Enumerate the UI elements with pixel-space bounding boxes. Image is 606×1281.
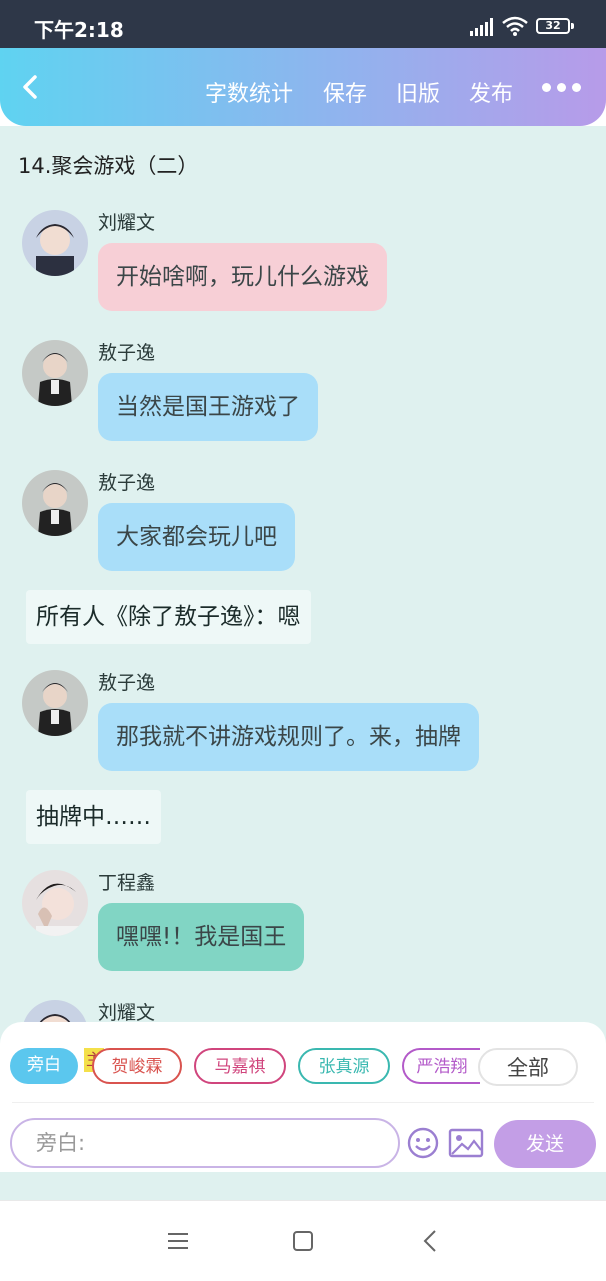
publish-button[interactable]: 发布 — [469, 76, 513, 108]
divider — [12, 1102, 594, 1103]
avatar-liu-yaowen[interactable] — [22, 210, 88, 276]
all-roles-button[interactable]: 全部 — [478, 1048, 578, 1086]
sender-name: 丁程鑫 — [98, 872, 156, 894]
message-bubble[interactable]: 那我就不讲游戏规则了。来，抽牌 — [98, 703, 479, 771]
role-chip-he-junlin[interactable]: 贺峻霖 — [92, 1048, 182, 1084]
role-chip-zhang-zhenyuan[interactable]: 张真源 — [298, 1048, 390, 1084]
avatar-ding-chengxin[interactable] — [22, 870, 88, 936]
sender-name: 敖子逸 — [98, 342, 156, 364]
signal-icon — [470, 18, 493, 36]
role-chip-ma-jiaqi[interactable]: 马嘉祺 — [194, 1048, 286, 1084]
editor-toolbar: 字数统计 保存 旧版 发布 — [0, 48, 606, 126]
narration-text[interactable]: 抽牌中…… — [26, 790, 161, 844]
role-chip-narrator[interactable]: 旁白 — [10, 1048, 78, 1084]
sender-name: 刘耀文 — [98, 1002, 156, 1024]
role-chip-yan-haoxiang[interactable]: 严浩翔 — [402, 1048, 480, 1084]
system-nav-bar — [0, 1200, 606, 1281]
wifi-icon — [502, 16, 528, 36]
message-bubble[interactable]: 大家都会玩儿吧 — [98, 503, 295, 571]
battery-level: 32 — [545, 19, 561, 32]
message-input[interactable]: 旁白: — [10, 1118, 400, 1168]
sender-name: 敖子逸 — [98, 472, 156, 494]
back-icon[interactable] — [18, 74, 44, 100]
battery-icon: 32 — [536, 18, 574, 34]
save-button[interactable]: 保存 — [323, 76, 367, 108]
emoji-icon[interactable] — [406, 1126, 440, 1160]
message-bubble[interactable]: 嘿嘿!！我是国王 — [98, 903, 305, 971]
sender-name: 敖子逸 — [98, 672, 156, 694]
avatar-ao-ziyi[interactable] — [22, 340, 88, 406]
send-button[interactable]: 发送 — [494, 1120, 596, 1168]
more-options-icon[interactable] — [542, 77, 587, 96]
old-version-button[interactable]: 旧版 — [396, 76, 440, 108]
narration-text[interactable]: 所有人《除了敖子逸》：嗯 — [26, 590, 311, 644]
status-time: 下午2:18 — [34, 18, 124, 42]
chapter-title: 14.聚会游戏（二） — [18, 154, 199, 178]
home-icon[interactable] — [292, 1230, 314, 1252]
message-bubble[interactable]: 开始啥啊，玩儿什么游戏 — [98, 243, 387, 311]
avatar-ao-ziyi[interactable] — [22, 470, 88, 536]
back-nav-icon[interactable] — [422, 1229, 438, 1253]
composer-panel: 旁白 主 贺峻霖 马嘉祺 张真源 严浩翔 全部 旁白: 发送 — [0, 1022, 606, 1172]
image-icon[interactable] — [448, 1128, 484, 1158]
status-bar: 下午2:18 32 — [0, 0, 606, 48]
avatar-ao-ziyi[interactable] — [22, 670, 88, 736]
message-bubble[interactable]: 当然是国王游戏了 — [98, 373, 318, 441]
word-count-button[interactable]: 字数统计 — [205, 76, 293, 108]
sender-name: 刘耀文 — [98, 212, 156, 234]
menu-icon[interactable] — [167, 1231, 189, 1251]
